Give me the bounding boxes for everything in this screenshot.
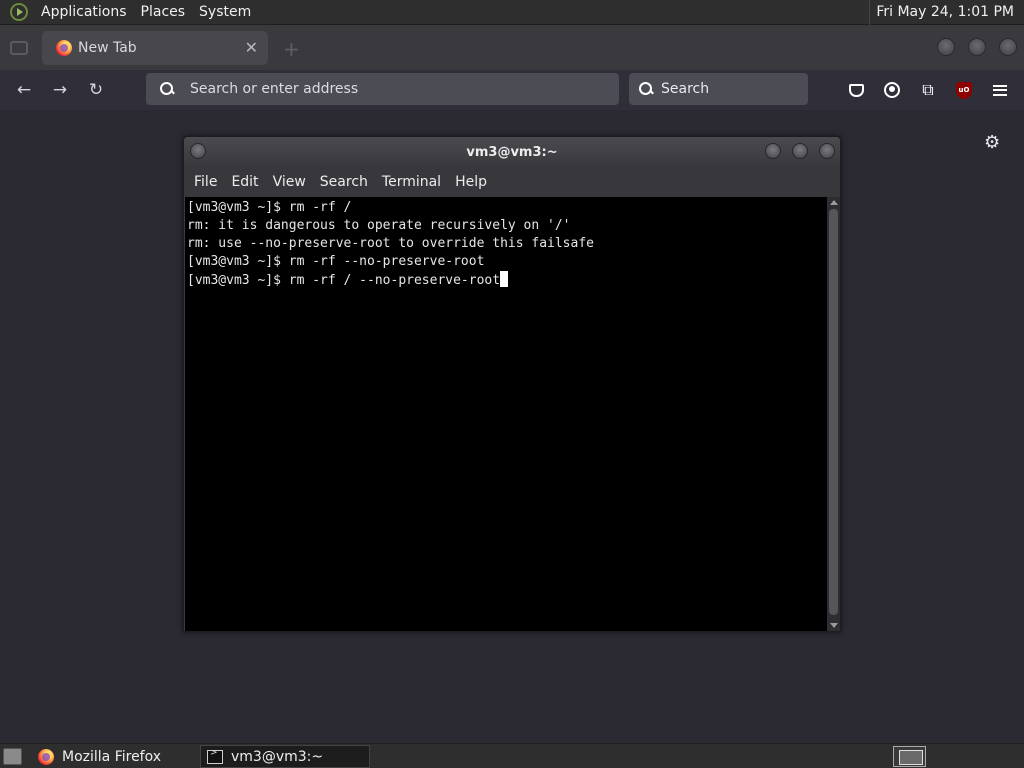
extensions-icon[interactable]: ⧉ [917,79,939,101]
search-bar[interactable]: Search [629,73,808,105]
sidebar-icon[interactable] [10,41,28,55]
tab-strip: New Tab ✕ + [0,25,1024,70]
terminal-line: rm: it is dangerous to operate recursive… [187,218,571,233]
terminal-line: [vm3@vm3 ~]$ rm -rf --no-preserve-root [187,254,485,269]
places-menu[interactable]: Places [134,4,193,20]
firefox-icon [56,40,72,56]
close-button[interactable] [819,143,835,159]
terminal-line: [vm3@vm3 ~]$ rm -rf / [187,200,352,215]
url-bar-placeholder: Search or enter address [190,81,359,97]
back-icon[interactable]: ← [12,78,36,102]
ublock-origin-icon[interactable]: uO [953,79,975,101]
terminal-output[interactable]: [vm3@vm3 ~]$ rm -rf / rm: it is dangerous… [185,197,827,631]
menu-icon[interactable] [989,79,1011,101]
scroll-up-arrow-icon[interactable] [830,200,838,205]
applications-logo-icon[interactable] [10,3,28,21]
search-icon [639,82,653,96]
menu-view[interactable]: View [266,174,313,190]
text-cursor [500,271,509,287]
url-bar[interactable]: Search or enter address [146,73,619,105]
terminal-menubar: File Edit View Search Terminal Help [184,167,840,197]
menu-edit[interactable]: Edit [224,174,265,190]
minimize-button[interactable] [765,143,781,159]
menu-search[interactable]: Search [313,174,375,190]
taskbar-item-terminal[interactable]: vm3@vm3:~ [200,745,370,768]
firefox-icon [38,748,54,765]
terminal-window: vm3@vm3:~ File Edit View Search Terminal… [183,136,841,632]
workspace-switcher[interactable] [893,746,926,767]
terminal-line: rm: use --no-preserve-root to override t… [187,236,594,251]
maximize-button[interactable] [792,143,808,159]
new-tab-plus-icon[interactable]: + [283,37,300,61]
search-bar-placeholder: Search [661,81,710,97]
system-menu[interactable]: System [192,4,258,20]
gear-icon[interactable]: ⚙ [984,132,1000,153]
close-window-button[interactable] [999,38,1017,56]
menu-file[interactable]: File [187,174,224,190]
account-icon[interactable] [881,79,903,101]
terminal-prompt-line: [vm3@vm3 ~]$ rm -rf / --no-preserve-root [187,271,825,290]
nav-toolbar: ← → ↻ Search or enter address Search ⧉ u… [0,70,1024,110]
terminal-title: vm3@vm3:~ [466,144,558,160]
reload-icon[interactable]: ↻ [84,78,108,102]
applications-menu[interactable]: Applications [34,4,134,20]
search-icon [160,82,174,96]
close-tab-icon[interactable]: ✕ [245,38,258,57]
bottom-taskbar: Mozilla Firefox vm3@vm3:~ [0,743,1024,768]
terminal-icon [207,748,223,764]
terminal-scrollbar[interactable] [827,197,840,631]
forward-icon[interactable]: → [48,78,72,102]
panel-clock[interactable]: Fri May 24, 1:01 PM [869,0,1020,25]
maximize-window-button[interactable] [968,38,986,56]
terminal-current-command: [vm3@vm3 ~]$ rm -rf / --no-preserve-root [187,273,501,288]
scroll-down-arrow-icon[interactable] [830,623,838,628]
taskbar-item-firefox[interactable]: Mozilla Firefox [32,745,196,768]
pocket-icon[interactable] [845,79,867,101]
scrollbar-thumb[interactable] [829,209,838,615]
show-desktop-icon[interactable] [3,748,22,765]
terminal-titlebar[interactable]: vm3@vm3:~ [184,137,840,167]
taskbar-item-label: vm3@vm3:~ [231,748,324,765]
tab-new-tab[interactable]: New Tab ✕ [42,31,268,65]
tab-label: New Tab [78,40,137,56]
minimize-window-button[interactable] [937,38,955,56]
menu-terminal[interactable]: Terminal [375,174,448,190]
top-panel: Applications Places System Fri May 24, 1… [0,0,1024,25]
menu-help[interactable]: Help [448,174,494,190]
taskbar-item-label: Mozilla Firefox [62,748,162,765]
window-menu-button[interactable] [190,143,206,159]
